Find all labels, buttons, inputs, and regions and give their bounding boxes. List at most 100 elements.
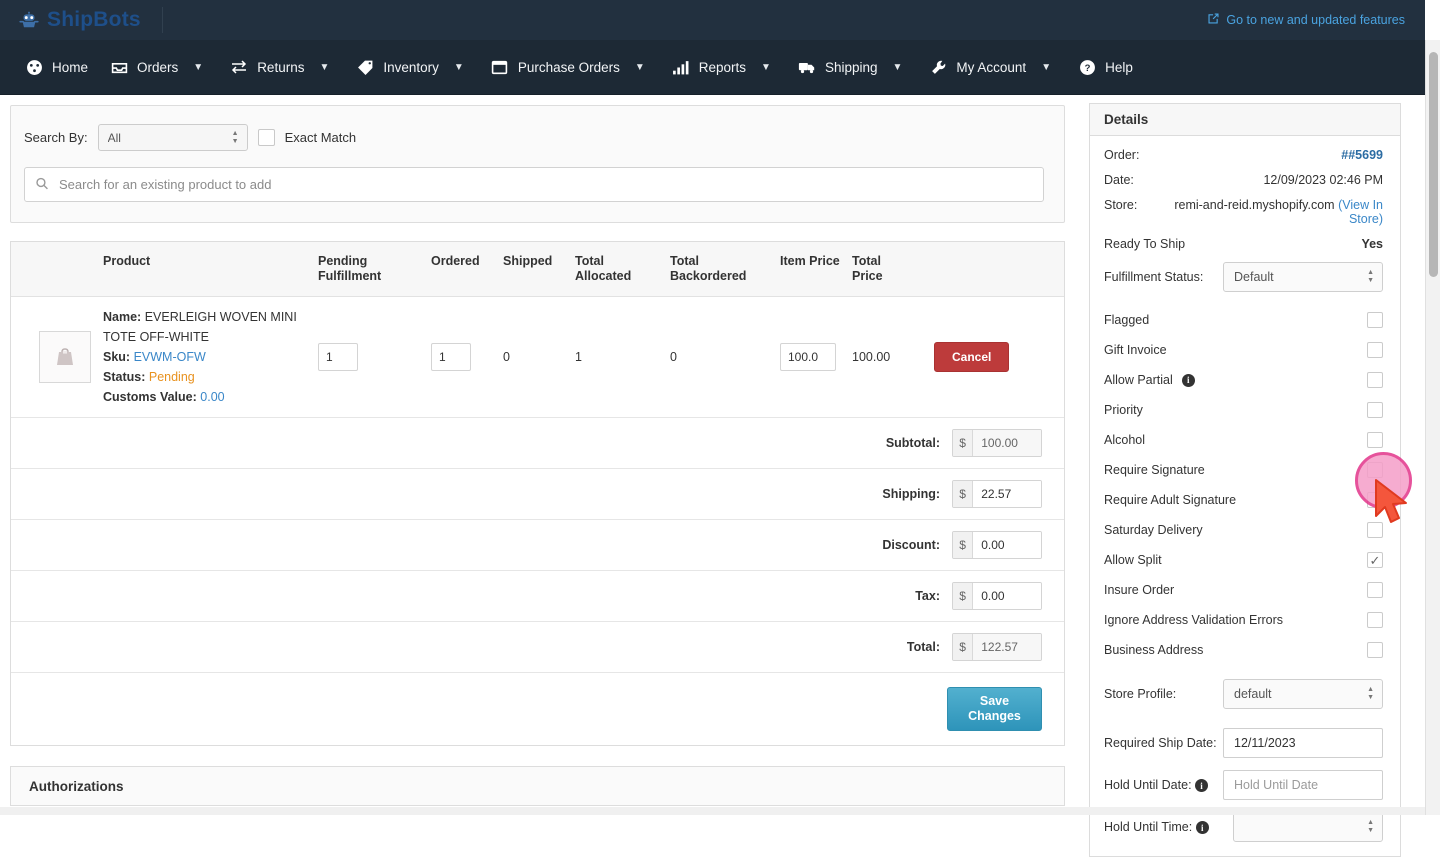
shipping-input[interactable]: [973, 481, 1041, 507]
col-total-backordered: Total Backordered: [670, 242, 780, 297]
cancel-item-button[interactable]: Cancel: [934, 342, 1010, 372]
label-flagged: Flagged: [1104, 313, 1150, 327]
nav-label-purchase-orders: Purchase Orders: [517, 59, 620, 75]
nav-item-shipping[interactable]: Shipping: [787, 40, 889, 95]
cell-total-backordered: 0: [670, 296, 780, 418]
checkbox-allow-split[interactable]: ✓: [1367, 552, 1383, 568]
authorizations-title: Authorizations: [29, 778, 124, 794]
hold-until-date-label: Hold Until Date:: [1104, 777, 1192, 792]
checkbox-ignore-address-validation[interactable]: [1367, 612, 1383, 628]
fulfillment-status-select[interactable]: Default: [1223, 262, 1383, 292]
nav-item-purchase-orders[interactable]: Purchase Orders: [480, 40, 631, 95]
ready-to-ship-value: Yes: [1361, 237, 1383, 251]
checkbox-flagged[interactable]: [1367, 312, 1383, 328]
hold-until-time-select[interactable]: [1233, 812, 1383, 842]
shipping-field: $: [952, 480, 1042, 508]
authorizations-panel[interactable]: Authorizations: [10, 766, 1065, 806]
checkbox-business-address[interactable]: [1367, 642, 1383, 658]
checkbox-saturday-delivery[interactable]: [1367, 522, 1383, 538]
cell-actions: Cancel: [934, 296, 1064, 418]
check-glyph: ✓: [1369, 552, 1381, 568]
order-items-column: Search By: All ▲ ▼ Exact Match Search fo…: [0, 95, 1075, 806]
checkbox-require-adult-signature[interactable]: [1367, 492, 1383, 508]
store-profile-select[interactable]: default: [1223, 679, 1383, 709]
cell-item-price: [780, 296, 852, 418]
nav-item-my-account[interactable]: My Account: [918, 40, 1037, 95]
nav-item-orders[interactable]: Orders: [99, 40, 189, 95]
nav-item-inventory[interactable]: Inventory: [345, 40, 450, 95]
robot-logo-icon: [18, 8, 40, 33]
tax-input[interactable]: [973, 583, 1041, 609]
new-features-link[interactable]: Go to new and updated features: [1207, 12, 1405, 28]
inbox-icon: [110, 58, 128, 76]
discount-label: Discount:: [882, 538, 940, 552]
checkbox-gift-invoice[interactable]: [1367, 342, 1383, 358]
nav-caret-reports[interactable]: ▼: [757, 40, 787, 95]
nav-caret-inventory[interactable]: ▼: [450, 40, 480, 95]
nav-item-returns[interactable]: Returns: [219, 40, 315, 95]
nav-label-home: Home: [52, 59, 89, 75]
fulfillment-status-row: Fulfillment Status: Default ▲ ▼: [1104, 262, 1383, 292]
wrench-icon: [929, 58, 947, 76]
pending-fulfillment-input[interactable]: [318, 343, 358, 371]
order-number-link[interactable]: ##5699: [1341, 148, 1383, 162]
product-customs-value[interactable]: 0.00: [200, 390, 224, 404]
view-in-store-link[interactable]: (View In Store): [1338, 198, 1383, 226]
nav-caret-purchase-orders[interactable]: ▼: [631, 40, 661, 95]
checkbox-priority[interactable]: [1367, 402, 1383, 418]
info-icon[interactable]: i: [1195, 821, 1209, 835]
bar-chart-icon: [672, 58, 690, 76]
label-allow-partial: Allow Partial: [1104, 373, 1173, 387]
order-label: Order:: [1104, 148, 1140, 162]
hold-until-date-input[interactable]: [1223, 770, 1383, 800]
subtotal-field: $: [952, 429, 1042, 457]
vertical-scrollbar[interactable]: [1425, 40, 1440, 815]
table-body: Name: EVERLEIGH WOVEN MINI TOTE OFF-WHIT…: [11, 296, 1064, 418]
store-value: remi-and-reid.myshopify.com: [1174, 198, 1335, 212]
required-ship-date-input[interactable]: [1223, 728, 1383, 758]
nav-caret-shipping[interactable]: ▼: [889, 40, 919, 95]
nav-caret-returns[interactable]: ▼: [315, 40, 345, 95]
store-value-group: remi-and-reid.myshopify.com (View In Sto…: [1137, 198, 1383, 226]
fulfillment-status-label: Fulfillment Status:: [1104, 270, 1204, 284]
subtotal-label: Subtotal:: [885, 436, 940, 450]
label-require-signature: Require Signature: [1104, 463, 1205, 477]
nav-item-help[interactable]: ? Help: [1067, 40, 1144, 95]
checkbox-insure-order[interactable]: [1367, 582, 1383, 598]
checkbox-row-saturday-delivery: Saturday Delivery: [1104, 515, 1383, 545]
table-header-row: Product Pending Fulfillment Ordered Shipp…: [11, 242, 1064, 297]
discount-input[interactable]: [973, 532, 1041, 558]
ordered-input[interactable]: [431, 343, 471, 371]
label-insure-order: Insure Order: [1104, 583, 1175, 597]
table-header: Product Pending Fulfillment Ordered Shipp…: [11, 242, 1064, 297]
checkbox-alcohol[interactable]: [1367, 432, 1383, 448]
tax-field: $: [952, 582, 1042, 610]
search-by-select[interactable]: All: [97, 124, 248, 151]
product-customs-label: Customs Value:: [103, 390, 197, 404]
order-row: Order: ##5699: [1104, 148, 1383, 162]
checkbox-require-signature[interactable]: [1367, 462, 1383, 478]
nav-caret-my-account[interactable]: ▼: [1037, 40, 1067, 95]
currency-symbol: $: [953, 481, 974, 507]
total-field: $: [952, 633, 1042, 661]
info-icon[interactable]: i: [1181, 373, 1195, 387]
exact-match-checkbox[interactable]: [257, 129, 275, 146]
required-ship-date-row: Required Ship Date:: [1104, 722, 1383, 764]
order-items-table-panel: Product Pending Fulfillment Ordered Shipp…: [10, 241, 1065, 746]
product-search-input[interactable]: [24, 167, 1044, 202]
horizontal-scrollbar[interactable]: [0, 807, 1425, 815]
col-item-price: Item Price: [780, 242, 852, 297]
nav-item-reports[interactable]: Reports: [661, 40, 757, 95]
checkbox-allow-partial[interactable]: [1367, 372, 1383, 388]
item-price-input[interactable]: [780, 343, 836, 371]
save-changes-button[interactable]: Save Changes: [947, 687, 1042, 731]
hold-until-time-select-wrap: ▲ ▼: [1233, 812, 1383, 842]
nav-caret-orders[interactable]: ▼: [189, 40, 219, 95]
vertical-scrollbar-thumb[interactable]: [1429, 52, 1438, 277]
brand[interactable]: ShipBots: [0, 7, 163, 33]
nav-item-home[interactable]: Home: [14, 40, 99, 95]
product-sku-label: Sku:: [103, 350, 131, 364]
product-sku-link[interactable]: EVWM-OFW: [134, 350, 206, 364]
currency-symbol: $: [953, 532, 974, 558]
info-icon[interactable]: i: [1195, 779, 1209, 793]
